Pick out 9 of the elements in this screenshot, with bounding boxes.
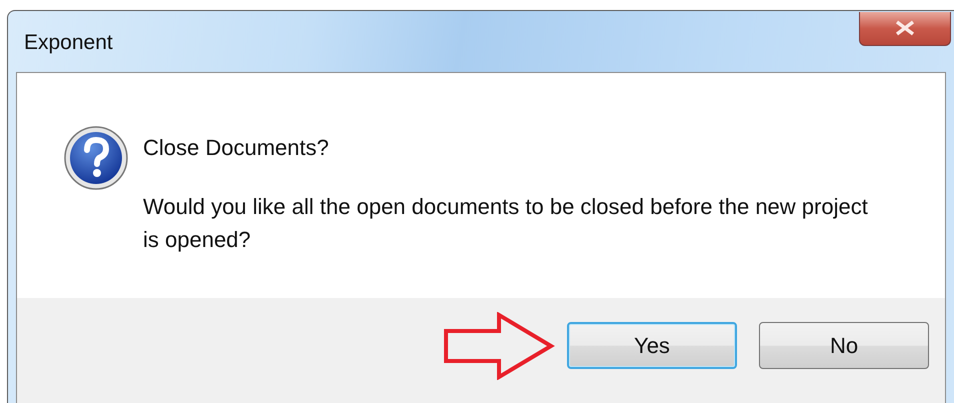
close-icon [894,20,916,36]
no-button[interactable]: No [759,322,929,369]
message-heading: Close Documents? [143,134,330,162]
question-icon [63,125,129,191]
window-title: Exponent [23,30,113,54]
message-text: Would you like all the open documents to be closed before the new project is opened? [143,193,869,254]
yes-button[interactable]: Yes [567,322,737,369]
close-button[interactable] [859,12,951,46]
arrow-icon [443,312,555,380]
